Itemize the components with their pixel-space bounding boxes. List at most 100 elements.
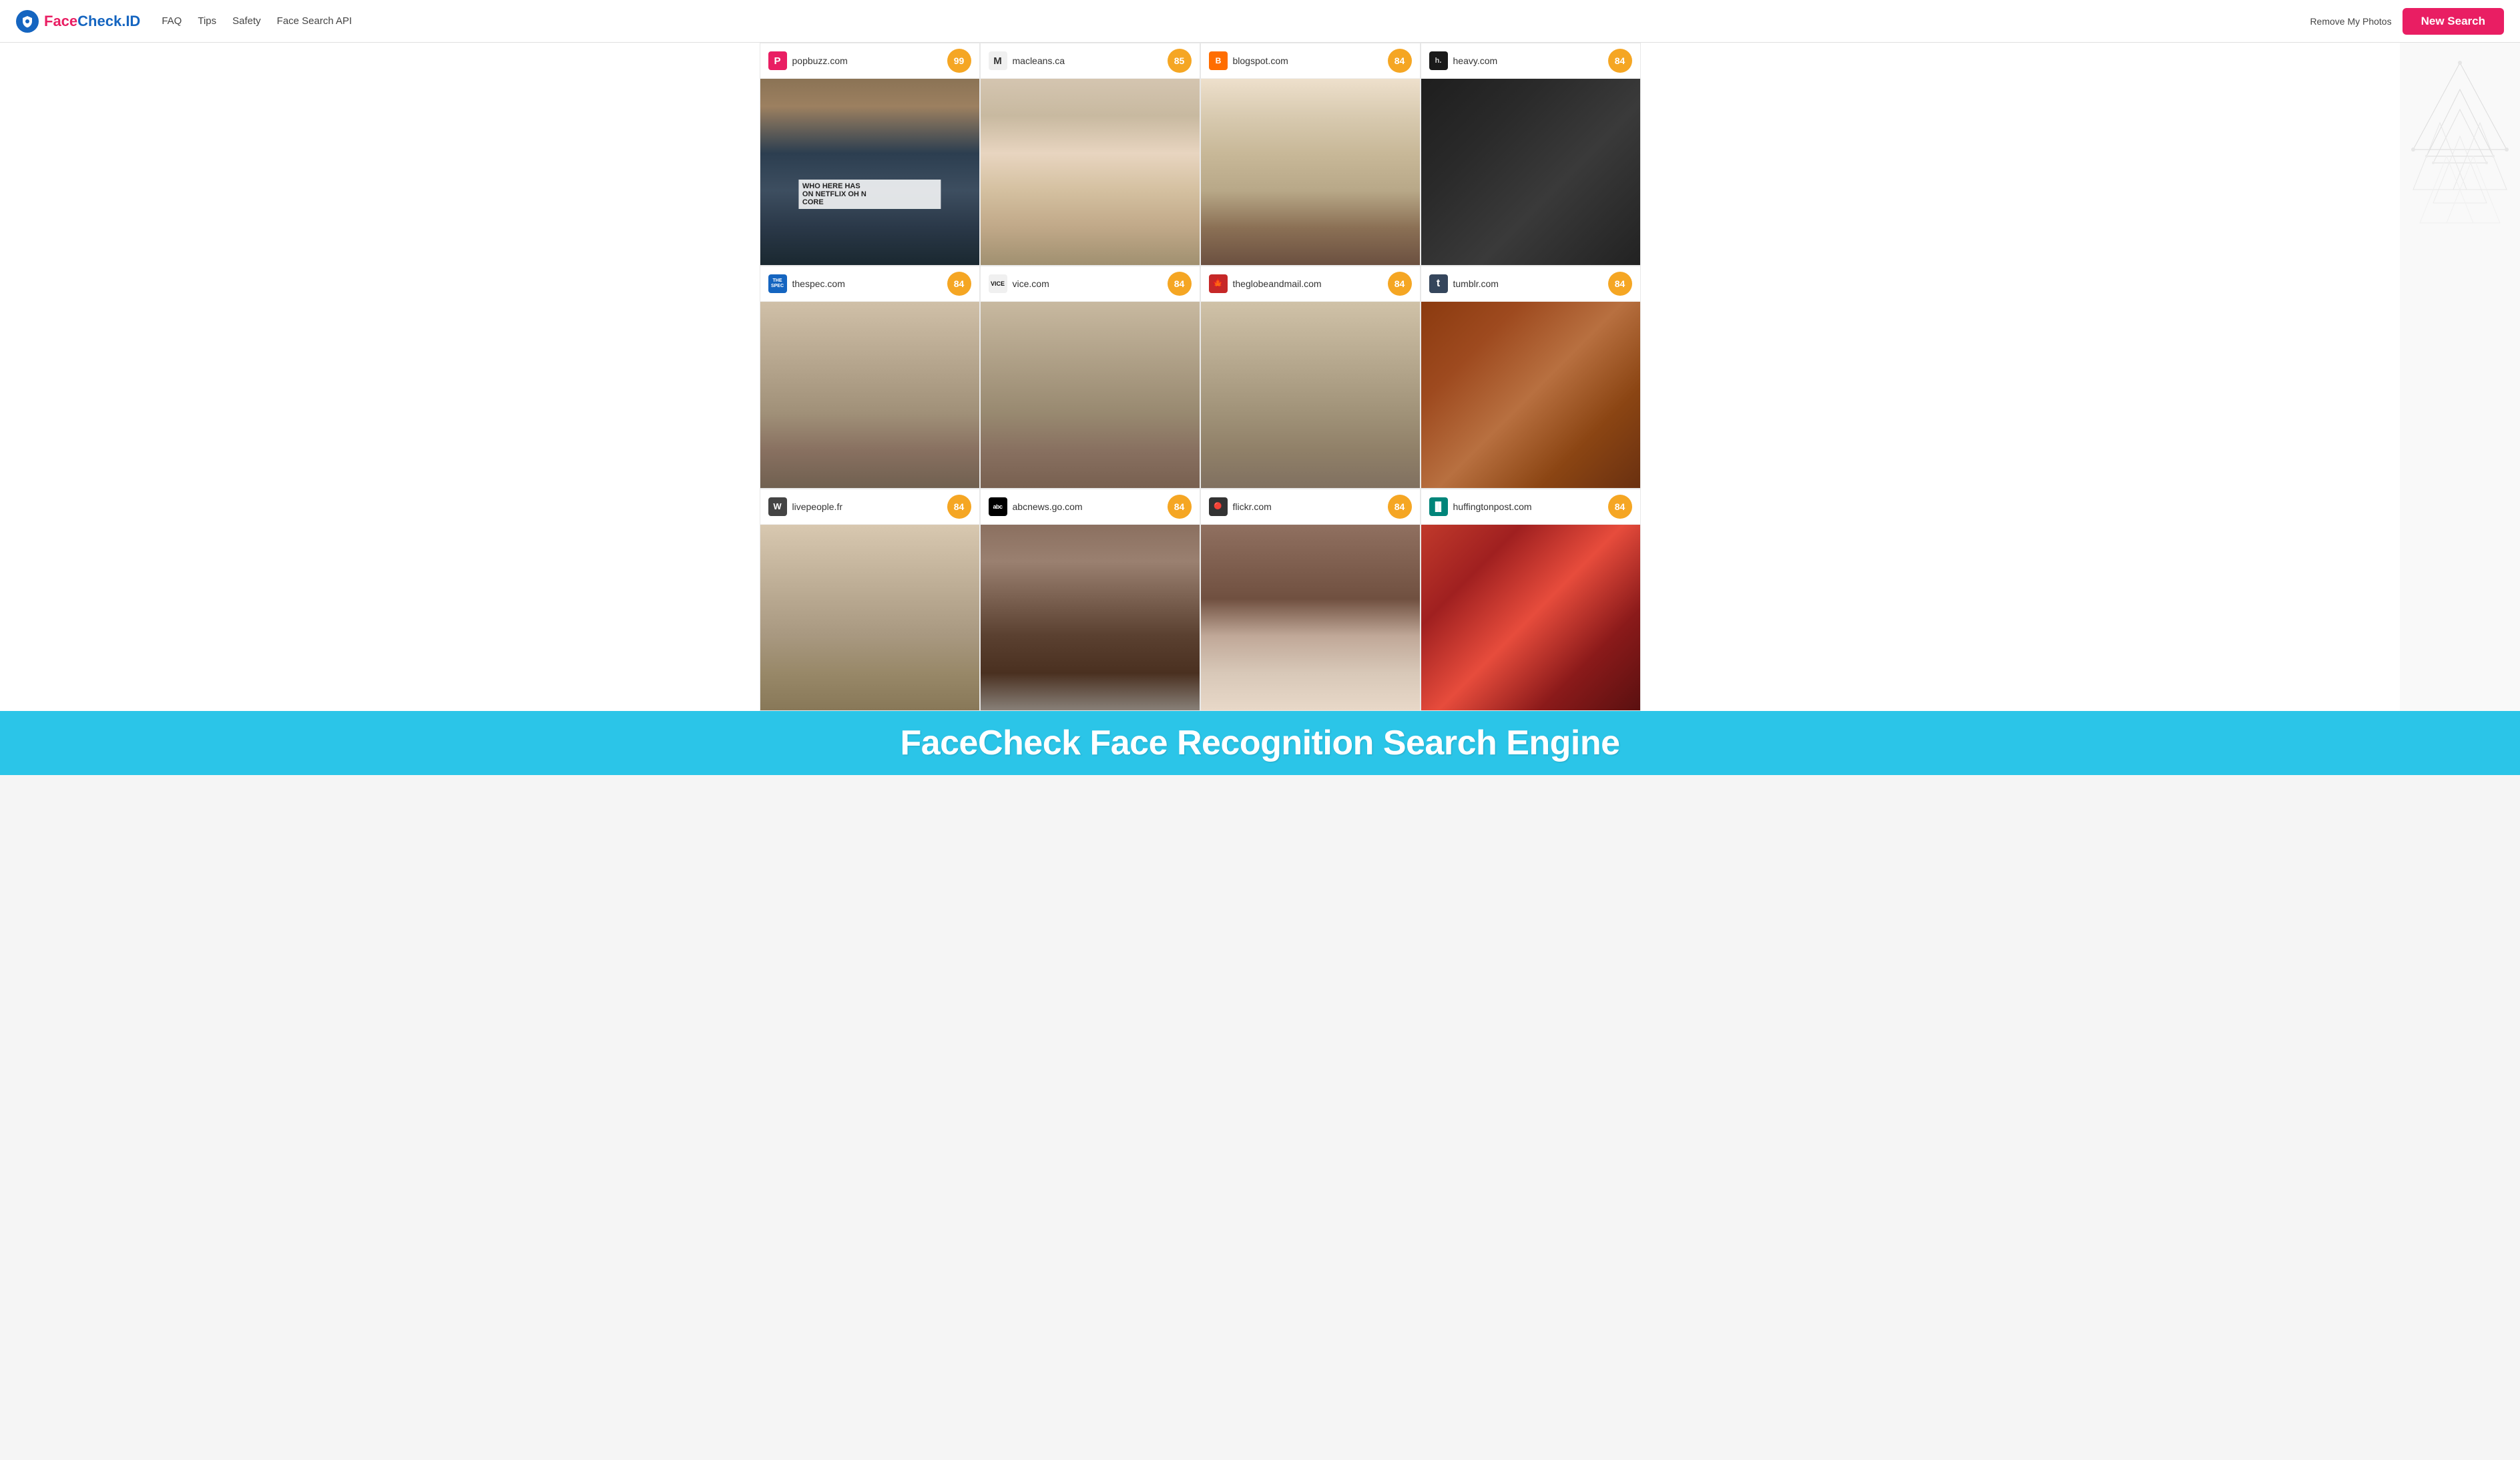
- result-card-flickr[interactable]: 🔴 flickr.com 84: [1200, 489, 1421, 712]
- result-card-globe[interactable]: 🍁 theglobeandmail.com 84: [1200, 266, 1421, 489]
- site-name: vice.com: [1013, 278, 1049, 289]
- new-search-button[interactable]: New Search: [2403, 8, 2504, 35]
- card-header: abc abcnews.go.com 84: [981, 489, 1200, 525]
- overlay-line3: CORE: [802, 198, 937, 206]
- site-info: M macleans.ca: [989, 51, 1065, 70]
- result-card-vice[interactable]: VICE vice.com 84: [980, 266, 1200, 489]
- results-grid: P popbuzz.com 99 WHO HERE HAS ON NETFLIX…: [760, 43, 1641, 711]
- score-badge: 84: [1388, 49, 1412, 73]
- result-card-huffpost[interactable]: ▐▌ huffingtonpost.com 84: [1421, 489, 1641, 712]
- logo-text: FaceCheck.ID: [44, 13, 140, 30]
- site-info: 🔴 flickr.com: [1209, 497, 1272, 516]
- card-image: [1201, 525, 1420, 711]
- card-header: 🍁 theglobeandmail.com 84: [1201, 266, 1420, 302]
- site-info: VICE vice.com: [989, 274, 1049, 293]
- card-image: WHO HERE HAS ON NETFLIX OH N CORE: [760, 79, 979, 265]
- results-grid-area: P popbuzz.com 99 WHO HERE HAS ON NETFLIX…: [0, 43, 2400, 711]
- site-name: blogspot.com: [1233, 55, 1288, 66]
- result-card-blogspot[interactable]: B blogspot.com 84: [1200, 43, 1421, 266]
- result-card-abcnews[interactable]: abc abcnews.go.com 84: [980, 489, 1200, 712]
- score-badge: 84: [1388, 272, 1412, 296]
- card-image: [981, 79, 1200, 265]
- face-photo: [1421, 79, 1640, 265]
- logo-id-text: .ID: [121, 13, 140, 29]
- svg-text:B: B: [1215, 56, 1221, 65]
- result-card-macleans[interactable]: M macleans.ca 85: [980, 43, 1200, 266]
- face-photo: [981, 302, 1200, 488]
- site-name: flickr.com: [1233, 501, 1272, 512]
- face-photo: [760, 525, 979, 711]
- card-image: [1201, 79, 1420, 265]
- site-info: 🍁 theglobeandmail.com: [1209, 274, 1322, 293]
- site-name: thespec.com: [792, 278, 845, 289]
- overlay-line2: ON NETFLIX OH N: [802, 190, 937, 198]
- face-photo: [981, 79, 1200, 265]
- card-image: [760, 525, 979, 711]
- score-badge: 84: [1608, 495, 1632, 519]
- site-favicon-macleans: M: [989, 51, 1007, 70]
- card-header: ▐▌ huffingtonpost.com 84: [1421, 489, 1640, 525]
- site-favicon-heavy: h.: [1429, 51, 1448, 70]
- result-card-thespec[interactable]: THESPEC thespec.com 84: [760, 266, 980, 489]
- site-info: h. heavy.com: [1429, 51, 1498, 70]
- site-name: livepeople.fr: [792, 501, 843, 512]
- site-name: abcnews.go.com: [1013, 501, 1083, 512]
- nav-safety[interactable]: Safety: [232, 15, 261, 27]
- card-image: [981, 302, 1200, 488]
- face-photo: [1421, 302, 1640, 488]
- site-favicon-flickr: 🔴: [1209, 497, 1228, 516]
- card-image: [1421, 525, 1640, 711]
- card-header: h. heavy.com 84: [1421, 43, 1640, 79]
- card-image: [760, 302, 979, 488]
- site-info: B blogspot.com: [1209, 51, 1288, 70]
- site-favicon-popbuzz: P: [768, 51, 787, 70]
- logo[interactable]: FaceCheck.ID: [16, 10, 140, 33]
- card-overlay-text: WHO HERE HAS ON NETFLIX OH N CORE: [798, 180, 941, 209]
- face-photo: [1421, 525, 1640, 711]
- card-header: B blogspot.com 84: [1201, 43, 1420, 79]
- header-right: Remove My Photos New Search: [2310, 8, 2504, 35]
- content-area: P popbuzz.com 99 WHO HERE HAS ON NETFLIX…: [0, 43, 2520, 711]
- result-card-tumblr[interactable]: t tumblr.com 84: [1421, 266, 1641, 489]
- score-badge: 84: [947, 272, 971, 296]
- bottom-banner: FaceCheck Face Recognition Search Engine: [0, 711, 2520, 775]
- remove-photos-link[interactable]: Remove My Photos: [2310, 16, 2391, 27]
- site-favicon-vice: VICE: [989, 274, 1007, 293]
- score-badge: 84: [1608, 272, 1632, 296]
- overlay-line1: WHO HERE HAS: [802, 182, 937, 190]
- site-favicon-blogspot: B: [1209, 51, 1228, 70]
- site-name: huffingtonpost.com: [1453, 501, 1532, 512]
- score-badge: 84: [1388, 495, 1412, 519]
- site-favicon-globe: 🍁: [1209, 274, 1228, 293]
- card-image: [1201, 302, 1420, 488]
- nav-tips[interactable]: Tips: [198, 15, 216, 27]
- face-photo: [981, 525, 1200, 711]
- site-name: macleans.ca: [1013, 55, 1065, 66]
- face-photo: [1201, 302, 1420, 488]
- nav-faq[interactable]: FAQ: [162, 15, 182, 27]
- site-name: popbuzz.com: [792, 55, 848, 66]
- site-favicon-tumblr: t: [1429, 274, 1448, 293]
- site-name: tumblr.com: [1453, 278, 1499, 289]
- triangle-decoration: [2407, 56, 2513, 256]
- result-card-heavy[interactable]: h. heavy.com 84: [1421, 43, 1641, 266]
- card-header: P popbuzz.com 99: [760, 43, 979, 79]
- score-badge: 84: [1168, 495, 1192, 519]
- main-nav: FAQ Tips Safety Face Search API: [162, 15, 352, 27]
- page-wrapper: P popbuzz.com 99 WHO HERE HAS ON NETFLIX…: [0, 43, 2520, 775]
- site-name: theglobeandmail.com: [1233, 278, 1322, 289]
- header: FaceCheck.ID FAQ Tips Safety Face Search…: [0, 0, 2520, 43]
- card-image: [1421, 79, 1640, 265]
- score-badge: 84: [1168, 272, 1192, 296]
- score-badge: 99: [947, 49, 971, 73]
- site-favicon-thespec: THESPEC: [768, 274, 787, 293]
- result-card-popbuzz[interactable]: P popbuzz.com 99 WHO HERE HAS ON NETFLIX…: [760, 43, 980, 266]
- logo-face-text: Face: [44, 13, 77, 29]
- result-card-livepeople[interactable]: W livepeople.fr 84: [760, 489, 980, 712]
- site-name: heavy.com: [1453, 55, 1498, 66]
- nav-api[interactable]: Face Search API: [277, 15, 352, 27]
- site-info: ▐▌ huffingtonpost.com: [1429, 497, 1532, 516]
- nav-links: FAQ Tips Safety Face Search API: [162, 15, 352, 27]
- face-photo: [1201, 79, 1420, 265]
- decorative-area: [2400, 43, 2520, 711]
